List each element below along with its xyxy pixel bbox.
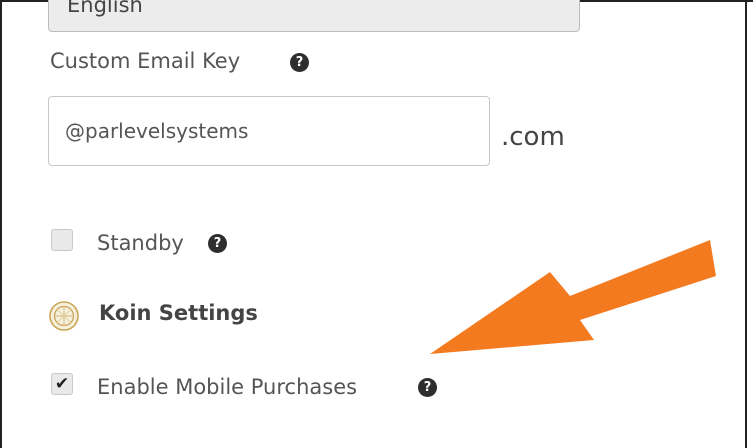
- language-select-value: English: [67, 0, 143, 17]
- koin-coin-icon: [49, 301, 79, 331]
- custom-email-key-input[interactable]: @parlevelsystems: [48, 96, 490, 166]
- enable-mobile-purchases-label: Enable Mobile Purchases: [97, 375, 358, 399]
- email-domain-suffix: .com: [501, 122, 565, 152]
- custom-email-key-label: Custom Email Key: [50, 49, 241, 73]
- question-circle-icon[interactable]: ?: [418, 378, 437, 397]
- standby-label: Standby: [97, 231, 184, 255]
- question-circle-icon[interactable]: ?: [208, 234, 227, 253]
- enable-mobile-purchases-checkbox[interactable]: ✔: [51, 373, 73, 395]
- standby-checkbox[interactable]: [51, 229, 73, 251]
- annotation-arrow: [430, 240, 716, 354]
- koin-settings-heading: Koin Settings: [99, 301, 258, 325]
- language-select[interactable]: English: [48, 0, 580, 32]
- question-circle-icon[interactable]: ?: [290, 53, 309, 72]
- panel-right-border: [745, 0, 747, 448]
- custom-email-key-value: @parlevelsystems: [65, 119, 249, 143]
